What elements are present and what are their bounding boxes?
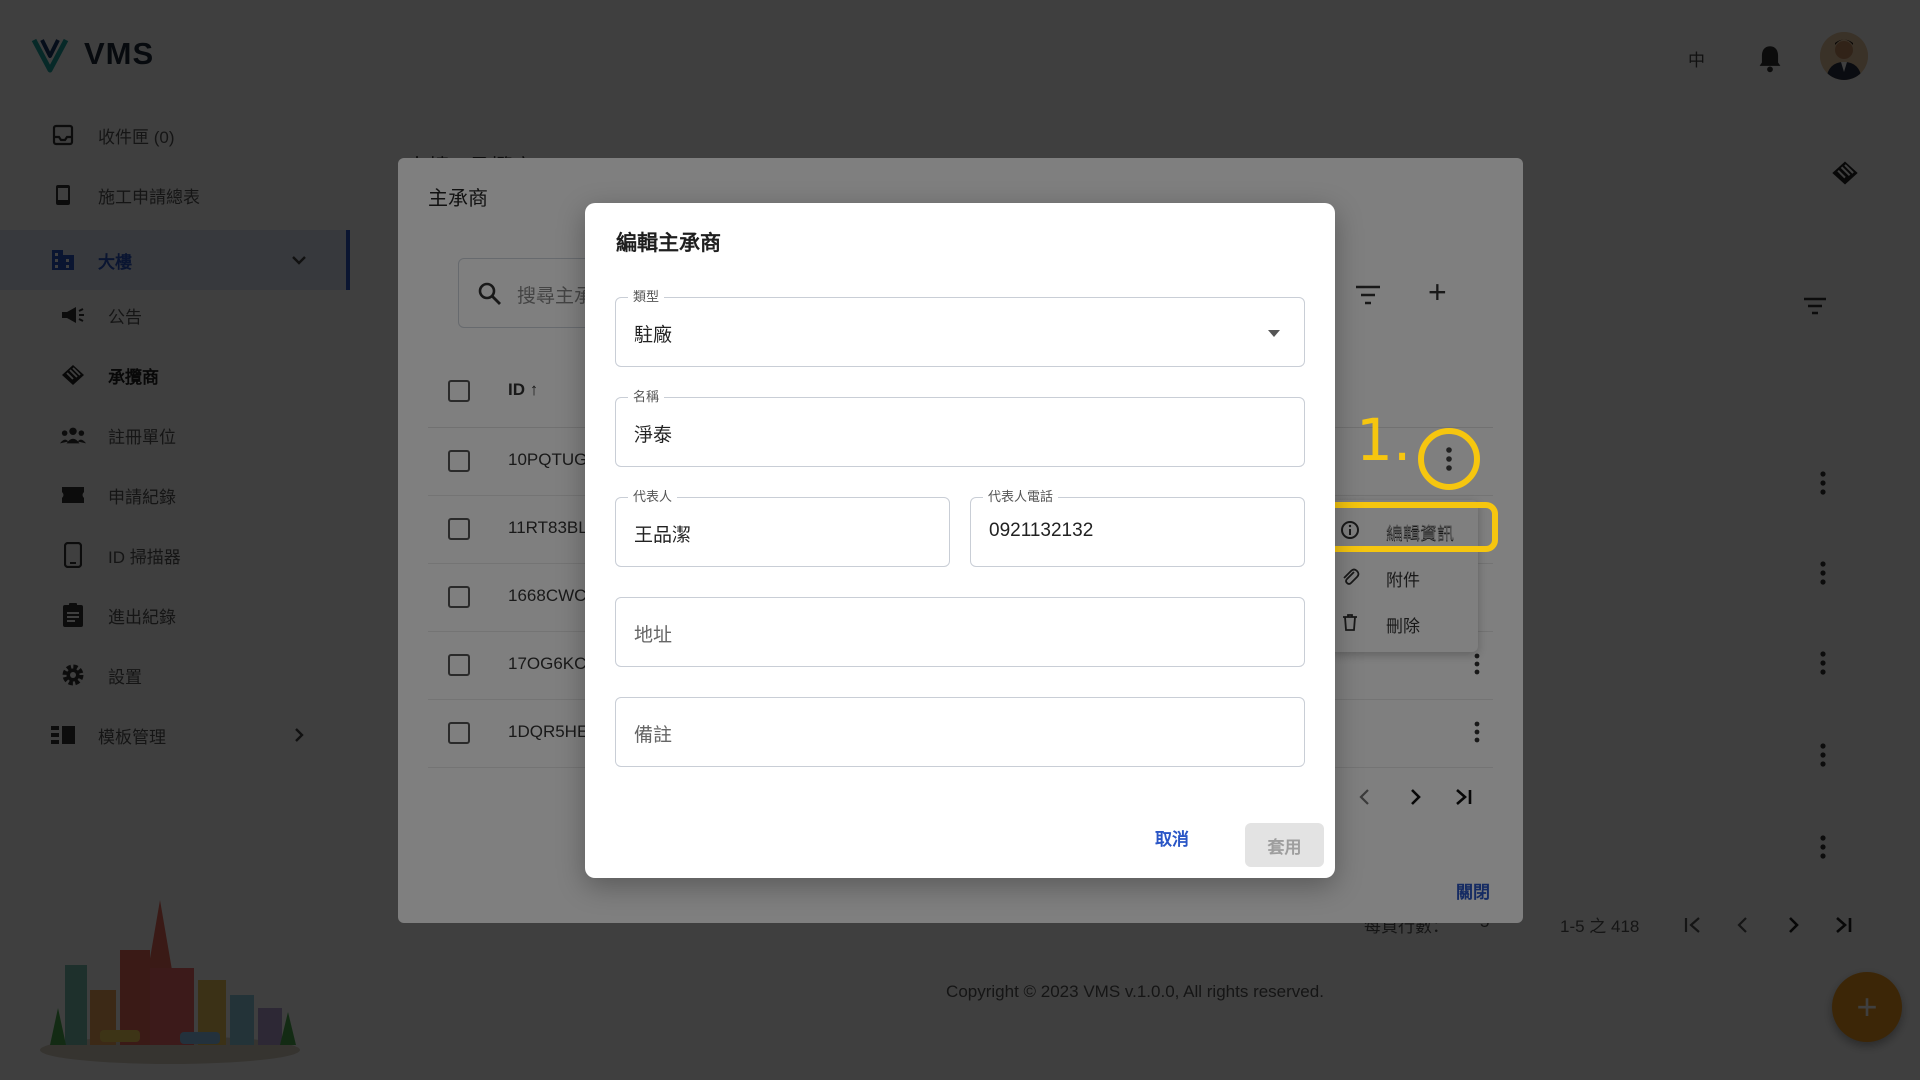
type-select[interactable]: 類型 駐廠 xyxy=(615,289,1305,367)
field-label: 類型 xyxy=(628,289,665,305)
representative-phone-value: 0921132132 xyxy=(989,520,1094,541)
apply-button[interactable]: 套用 xyxy=(1245,823,1324,867)
cancel-button[interactable]: 取消 xyxy=(1155,825,1189,850)
field-label: 名稱 xyxy=(628,389,665,405)
field-label: 代表人 xyxy=(628,489,678,505)
note-placeholder: 備註 xyxy=(634,725,673,746)
name-value: 淨泰 xyxy=(634,425,673,446)
highlighted-edit-info-label: 編輯資訊 xyxy=(1386,524,1454,543)
field-label: 代表人電話 xyxy=(983,489,1059,505)
address-placeholder: 地址 xyxy=(634,625,673,646)
dropdown-arrow-icon xyxy=(1268,330,1280,337)
representative-value: 王品潔 xyxy=(634,525,692,546)
dialog-title: 編輯主承商 xyxy=(616,232,721,255)
name-field[interactable]: 名稱 淨泰 xyxy=(615,389,1305,467)
annotation-step-1: 1. xyxy=(1356,406,1412,474)
more-vert-icon[interactable] xyxy=(1444,446,1454,472)
type-value: 駐廠 xyxy=(634,325,673,346)
representative-phone-field[interactable]: 代表人電話 0921132132 xyxy=(970,489,1305,567)
note-field[interactable]: 備註 xyxy=(615,697,1305,767)
address-field[interactable]: 地址 xyxy=(615,597,1305,667)
edit-contractor-dialog: 編輯主承商 類型 駐廠 名稱 淨泰 代表人 王品潔 代表人電話 09211321… xyxy=(585,203,1335,878)
representative-field[interactable]: 代表人 王品潔 xyxy=(615,489,950,567)
